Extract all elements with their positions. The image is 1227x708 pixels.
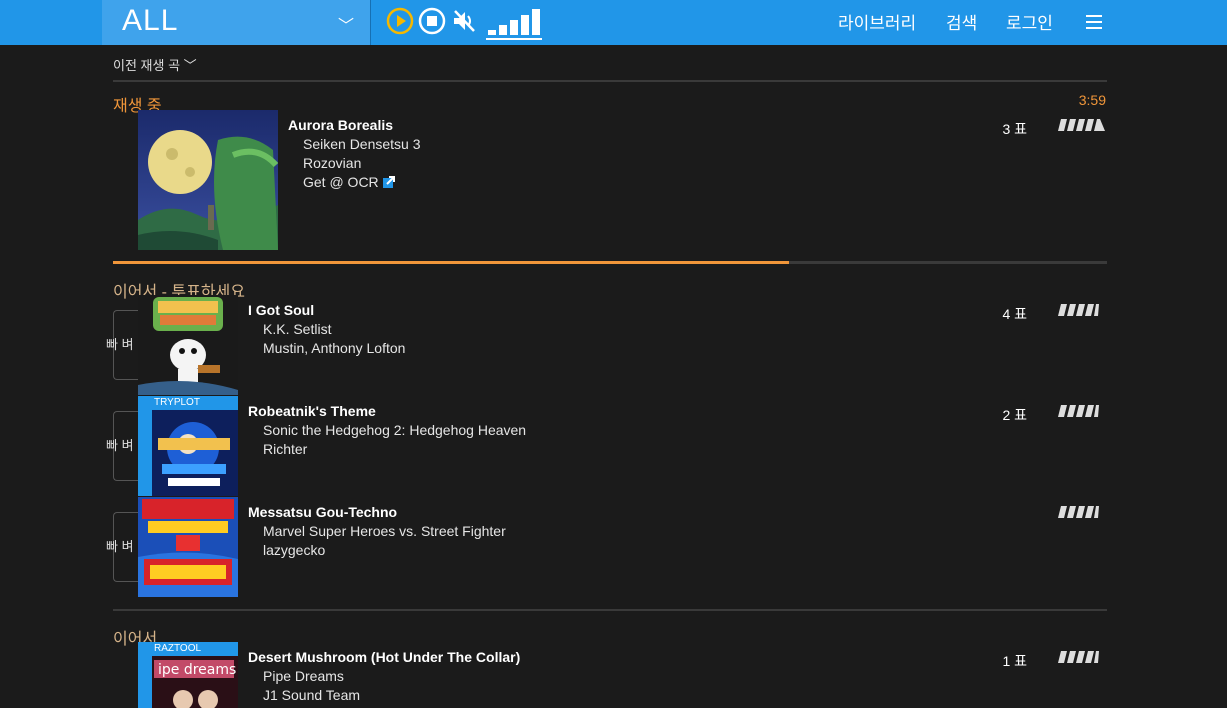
requester-tag: TRYPLOT [138,396,238,410]
requester-tag: RAZTOOL [138,642,238,656]
rating-icon[interactable] [1058,303,1100,317]
song-progress-bar [113,261,1107,264]
stop-icon[interactable] [418,7,446,35]
album-art-song-1[interactable] [138,295,238,395]
now-playing-title[interactable]: Aurora Borealis [288,117,393,133]
rating-icon[interactable] [1058,118,1106,132]
rating-icon[interactable] [1058,505,1100,519]
previous-songs-toggle[interactable]: 이전 재생 곡 ﹀ [113,55,197,74]
divider [113,80,1107,82]
album-art-song-2[interactable]: TRYPLOT [138,396,238,496]
song-album[interactable]: Pipe Dreams [263,668,344,684]
ocr-link-label: Get @ OCR [303,174,379,190]
ocr-link[interactable]: Get @ OCR [303,174,395,190]
menu-icon[interactable] [1086,15,1102,29]
divider [113,609,1107,611]
song-title[interactable]: Robeatnik's Theme [248,403,376,419]
rating-icon[interactable] [1058,404,1100,418]
song-votes: 1 표 [1002,653,1027,669]
song-progress-fill [113,261,789,264]
now-playing-album[interactable]: Seiken Densetsu 3 [303,136,421,152]
requester-tag-side [138,410,152,496]
top-bar: ALL ﹀ 라이브러리 검색 로그인 [0,0,1227,45]
play-icon[interactable] [386,7,414,35]
song-votes: 2 표 [1002,407,1027,423]
album-art-now-playing[interactable] [138,110,278,250]
station-name: ALL [122,4,179,37]
album-art-song-3[interactable] [138,497,238,597]
song-title[interactable]: I Got Soul [248,302,314,318]
station-selector[interactable]: ALL ﹀ [102,0,371,45]
song-artist[interactable]: Richter [263,441,307,457]
song-artist[interactable]: Mustin, Anthony Lofton [263,340,405,356]
now-playing-votes: 3 표 [1002,121,1027,137]
song-album[interactable]: Marvel Super Heroes vs. Street Fighter [263,523,506,539]
nav-search[interactable]: 검색 [946,0,977,45]
rating-icon[interactable] [1058,650,1100,664]
song-album[interactable]: K.K. Setlist [263,321,331,337]
svg-text:ipe dreams: ipe dreams [158,662,236,678]
now-playing-time: 3:59 [1078,92,1106,108]
nav-login[interactable]: 로그인 [1006,0,1053,45]
song-artist[interactable]: lazygecko [263,542,325,558]
volume-bars-icon[interactable] [486,8,542,36]
external-link-icon [382,176,395,188]
mute-icon[interactable] [450,7,478,35]
volume-indicator [486,38,542,40]
song-title[interactable]: Desert Mushroom (Hot Under The Collar) [248,649,520,665]
player-controls [372,0,542,45]
now-playing-artist[interactable]: Rozovian [303,155,361,171]
requester-tag-side [138,656,152,708]
album-art-upcoming-1[interactable]: ipe dreams RAZTOOL [138,642,238,708]
song-votes: 4 표 [1002,306,1027,322]
chevron-down-icon: ﹀ [338,18,355,35]
song-artist[interactable]: J1 Sound Team [263,687,360,703]
nav-library[interactable]: 라이브러리 [838,0,916,45]
song-album[interactable]: Sonic the Hedgehog 2: Hedgehog Heaven [263,422,526,438]
song-title[interactable]: Messatsu Gou-Techno [248,504,397,520]
